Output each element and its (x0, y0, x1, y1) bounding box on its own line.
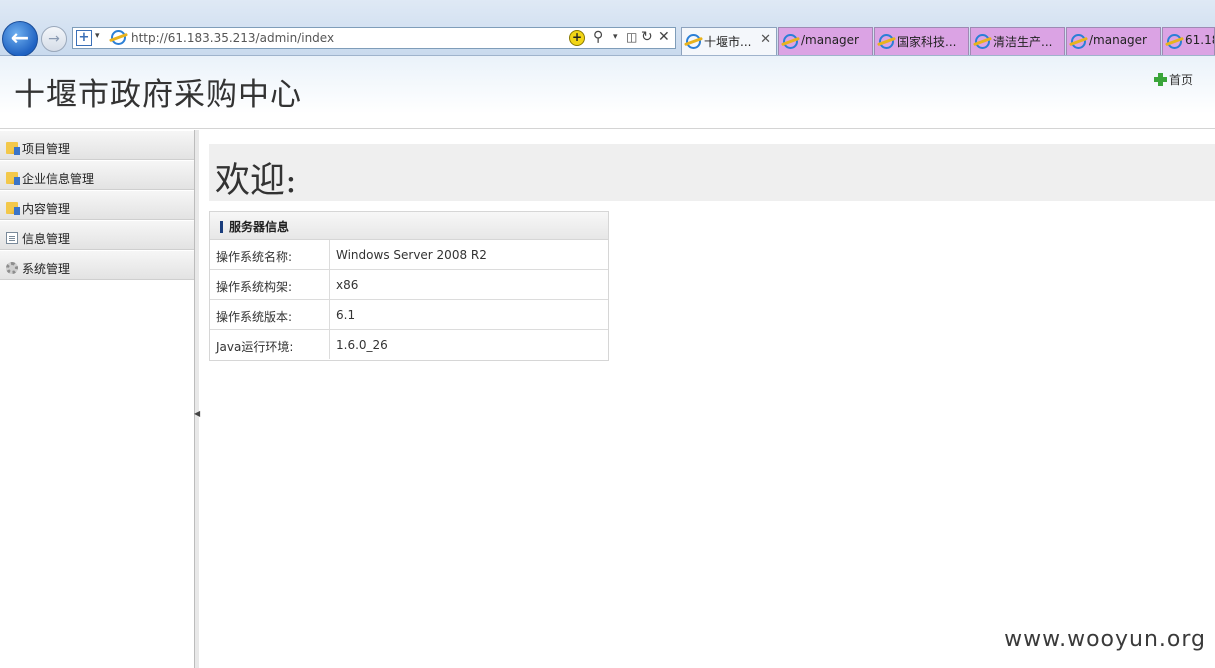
document-icon (6, 232, 18, 244)
sidebar-item-label: 系统管理 (22, 262, 71, 276)
table-row: 操作系统构架: x86 (210, 270, 608, 300)
tab-clean-production[interactable]: 清洁生产... (970, 27, 1065, 55)
sidebar-item-label: 项目管理 (22, 142, 71, 156)
ie-tab-icon (1071, 34, 1086, 49)
folder-icon (6, 172, 20, 185)
ie-tab-icon (686, 34, 701, 49)
gear-icon (6, 262, 18, 274)
server-info-title: 服务器信息 (229, 220, 290, 234)
tab-national-tech[interactable]: 国家科技... (874, 27, 969, 55)
tab-label: /manager (1089, 33, 1147, 47)
tab-label: 61.18 (1185, 33, 1214, 47)
stop-icon[interactable]: ✕ (658, 29, 670, 45)
header-bar-icon (220, 221, 223, 233)
watermark: www.wooyun.org (1004, 627, 1206, 652)
table-row: Java运行环境: 1.6.0_26 (210, 330, 608, 360)
os-version-label: 操作系统版本: (210, 300, 330, 329)
forward-button[interactable]: → (41, 26, 67, 52)
search-dropdown-icon[interactable]: ▾ (613, 32, 618, 42)
tab-label: /manager (801, 33, 859, 47)
java-runtime-label: Java运行环境: (210, 330, 330, 359)
tab-ip[interactable]: 61.18 (1162, 27, 1215, 55)
tab-manager-1[interactable]: /manager (778, 27, 873, 55)
sidebar-item-label: 信息管理 (22, 232, 71, 246)
sidebar-item-info-management[interactable]: 信息管理 (0, 220, 194, 250)
ie-tab-icon (975, 34, 990, 49)
sidebar-item-content-management[interactable]: 内容管理 (0, 190, 194, 220)
address-bar[interactable]: + ▾ http://61.183.35.213/admin/index + ⚲… (72, 27, 676, 49)
search-icon[interactable]: ⚲ (593, 29, 603, 45)
ie-page-icon (111, 30, 126, 45)
home-link[interactable]: 首页 (1153, 71, 1193, 88)
refresh-icon[interactable]: ↻ (641, 29, 653, 45)
tab-label: 国家科技... (897, 35, 957, 49)
tab-label: 清洁生产... (993, 35, 1053, 49)
os-arch-value: x86 (336, 278, 359, 292)
os-version-value: 6.1 (336, 308, 356, 322)
chevron-down-icon[interactable]: ▾ (95, 31, 100, 41)
sidebar-item-enterprise-info[interactable]: 企业信息管理 (0, 160, 194, 190)
os-arch-label: 操作系统构架: (210, 270, 330, 299)
welcome-heading: 欢迎: (215, 161, 297, 201)
site-title: 十堰市政府采购中心 (14, 77, 302, 113)
sidebar-item-system-management[interactable]: 系统管理 (0, 250, 194, 280)
tab-label: 十堰市... (704, 35, 752, 49)
close-tab-icon[interactable]: ✕ (760, 32, 771, 47)
browser-chrome: ← → + ▾ http://61.183.35.213/admin/index… (0, 0, 1215, 57)
server-info-panel: 服务器信息 操作系统名称: Windows Server 2008 R2 操作系… (209, 211, 609, 361)
ie-tab-icon (783, 34, 798, 49)
tab-shiyan[interactable]: 十堰市... ✕ (681, 27, 777, 55)
sidebar-item-label: 内容管理 (22, 202, 71, 216)
sidebar-splitter[interactable] (195, 130, 199, 668)
plus-icon (1153, 73, 1167, 86)
back-button[interactable]: ← (2, 21, 38, 57)
folder-icon (6, 202, 20, 215)
ie-tab-icon (879, 34, 894, 49)
server-info-header: 服务器信息 (210, 212, 608, 240)
os-name-value: Windows Server 2008 R2 (336, 248, 487, 262)
home-link-label: 首页 (1168, 73, 1193, 87)
sidebar-item-label: 企业信息管理 (22, 172, 95, 186)
collapse-arrow-icon[interactable]: ◀ (194, 409, 200, 418)
compatibility-plus-icon[interactable]: + (76, 30, 92, 46)
os-name-label: 操作系统名称: (210, 240, 330, 269)
sidebar: 项目管理 企业信息管理 内容管理 信息管理 系统管理 (0, 130, 195, 668)
ie-tab-icon (1167, 34, 1182, 49)
add-on-icon[interactable]: + (569, 30, 585, 46)
folder-icon (6, 142, 20, 155)
page-header: 十堰市政府采购中心 首页 (0, 56, 1215, 129)
table-row: 操作系统版本: 6.1 (210, 300, 608, 330)
tab-manager-2[interactable]: /manager (1066, 27, 1161, 55)
welcome-banner: 欢迎: (209, 144, 1215, 201)
compat-view-icon[interactable]: ◫ (626, 30, 637, 44)
table-row: 操作系统名称: Windows Server 2008 R2 (210, 240, 608, 270)
url-text[interactable]: http://61.183.35.213/admin/index (131, 31, 334, 45)
sidebar-item-project-management[interactable]: 项目管理 (0, 130, 194, 160)
java-runtime-value: 1.6.0_26 (336, 338, 388, 352)
